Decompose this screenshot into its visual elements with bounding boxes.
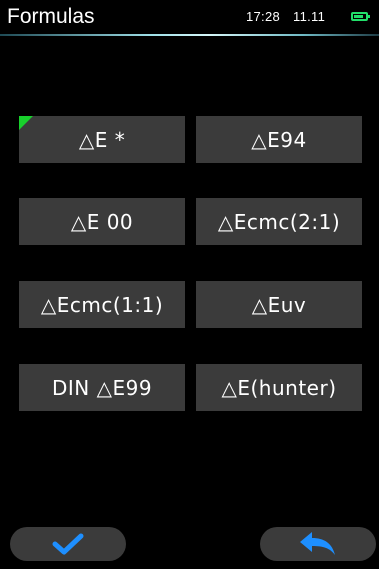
formula-button-delta-euv[interactable]: △Euv bbox=[196, 281, 362, 328]
formula-button-delta-e94[interactable]: △E94 bbox=[196, 116, 362, 163]
status-date: 11.11 bbox=[293, 9, 326, 24]
battery-icon bbox=[351, 12, 370, 21]
battery-level bbox=[354, 15, 363, 18]
checkmark-icon bbox=[52, 533, 84, 555]
formula-label: △E 00 bbox=[70, 209, 134, 234]
back-button[interactable] bbox=[260, 527, 376, 561]
page-title: Formulas bbox=[7, 5, 95, 28]
battery-tip bbox=[368, 15, 370, 18]
formula-label: △E(hunter) bbox=[221, 375, 337, 400]
status-time: 17:28 bbox=[246, 9, 281, 24]
formula-label: △Euv bbox=[251, 292, 307, 317]
formula-button-delta-e-hunter[interactable]: △E(hunter) bbox=[196, 364, 362, 411]
confirm-button[interactable] bbox=[10, 527, 126, 561]
formula-button-delta-e-star[interactable]: △E * bbox=[19, 116, 185, 163]
back-arrow-icon bbox=[300, 532, 335, 555]
formula-label: △E * bbox=[78, 127, 126, 152]
header-divider bbox=[0, 34, 379, 36]
formula-button-delta-ecmc-2-1[interactable]: △Ecmc(2:1) bbox=[196, 198, 362, 245]
status-bar: Formulas 17:28 11.11 bbox=[0, 0, 379, 36]
formula-button-delta-e00[interactable]: △E 00 bbox=[19, 198, 185, 245]
formula-label: △Ecmc(2:1) bbox=[217, 209, 341, 234]
formula-button-delta-ecmc-1-1[interactable]: △Ecmc(1:1) bbox=[19, 281, 185, 328]
selected-marker-icon bbox=[19, 116, 33, 130]
formula-label: DIN △E99 bbox=[51, 375, 153, 400]
formula-button-din-delta-e99[interactable]: DIN △E99 bbox=[19, 364, 185, 411]
formula-label: △Ecmc(1:1) bbox=[40, 292, 164, 317]
formula-label: △E94 bbox=[251, 127, 307, 152]
